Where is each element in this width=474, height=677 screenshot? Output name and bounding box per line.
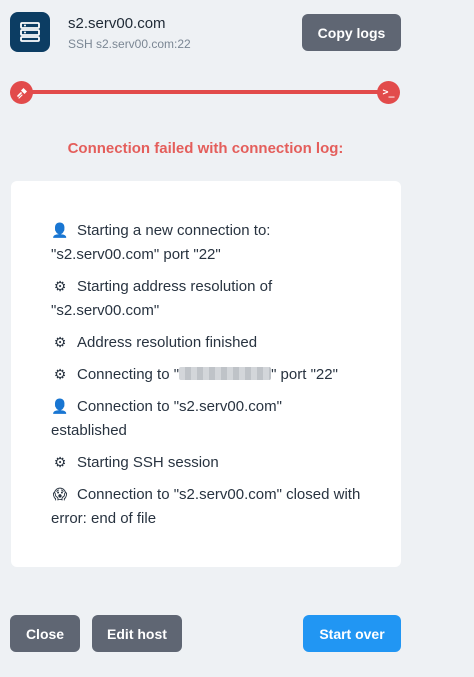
gear-icon: ⚙ — [53, 334, 67, 350]
log-entry-text: " port "22" — [271, 366, 338, 383]
log-entry: 😱 Connection to "s2.serv00.com" closed wi… — [51, 482, 361, 531]
log-entry-text: Connecting to " — [77, 366, 180, 383]
log-entry: ⚙ Starting SSH session — [51, 450, 361, 475]
gear-icon: ⚙ — [53, 278, 67, 294]
log-entry-text: Connection to "s2.serv00.com" closed wit… — [51, 486, 361, 527]
user-icon: 👤 — [51, 222, 69, 238]
log-entry: ⚙ Starting address resolution of "s2.serv… — [51, 274, 361, 323]
log-entry: ⚙ Connecting to " " port "22" — [51, 362, 361, 387]
user-icon: 👤 — [51, 398, 69, 414]
copy-logs-button[interactable]: Copy logs — [302, 14, 401, 51]
gear-icon: ⚙ — [53, 454, 67, 470]
log-entry-text: Connection to "s2.serv00.com" establishe… — [51, 398, 282, 439]
log-entry: ⚙ Address resolution finished — [51, 330, 361, 355]
close-button[interactable]: Close — [10, 615, 80, 652]
log-entry-text: Starting SSH session — [77, 454, 219, 471]
log-entry-text: Starting address resolution of "s2.serv0… — [51, 278, 273, 319]
connection-log-panel: 👤 Starting a new connection to: "s2.serv0… — [11, 181, 401, 567]
gear-icon: ⚙ — [53, 366, 67, 382]
start-over-button[interactable]: Start over — [303, 615, 401, 652]
log-entry-text: Address resolution finished — [77, 334, 258, 351]
redacted-ip — [179, 367, 272, 380]
plug-icon — [10, 81, 33, 104]
log-entry: 👤 Connection to "s2.serv00.com" establish… — [51, 394, 361, 443]
host-name: s2.serv00.com — [68, 15, 166, 32]
server-icon — [10, 12, 50, 52]
log-entry-text: Starting a new connection to: "s2.serv00… — [51, 222, 271, 263]
edit-host-button[interactable]: Edit host — [92, 615, 182, 652]
terminal-icon: >_ — [377, 81, 400, 104]
log-entry: 👤 Starting a new connection to: "s2.serv0… — [51, 218, 361, 267]
host-subtitle: SSH s2.serv00.com:22 — [68, 37, 191, 51]
status-title: Connection failed with connection log: — [67, 140, 344, 157]
scared-face-icon: 😱 — [52, 486, 68, 502]
connection-progress-line — [22, 90, 388, 94]
connection-log-screen: s2.serv00.com SSH s2.serv00.com:22 Copy … — [0, 0, 474, 677]
